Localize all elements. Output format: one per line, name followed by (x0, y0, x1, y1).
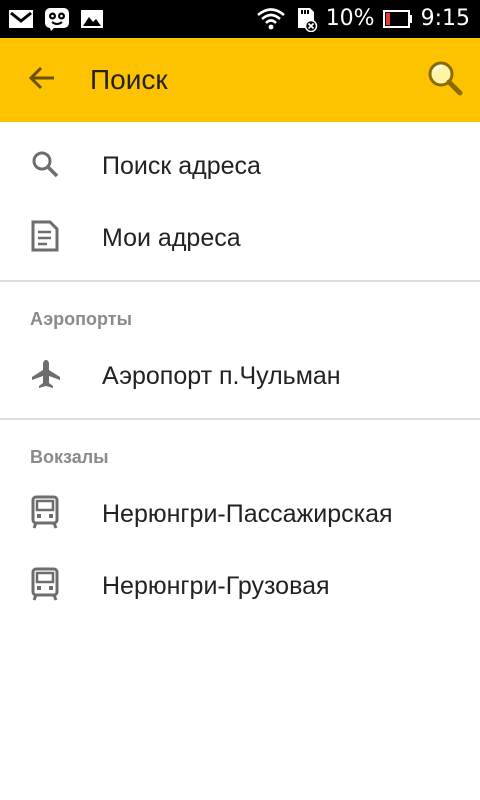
search-action-button[interactable] (410, 38, 480, 122)
wifi-icon (256, 7, 286, 31)
arrow-back-icon (27, 63, 57, 98)
list-item-station-passenger[interactable]: Нерюнгри-Пассажирская (0, 478, 480, 550)
page-title: Поиск (90, 64, 168, 95)
list-item-station-cargo[interactable]: Нерюнгри-Грузовая (0, 550, 480, 622)
list-item-label: Нерюнгри-Грузовая (102, 571, 330, 600)
train-icon (30, 567, 60, 606)
list-item-label: Поиск адреса (102, 151, 261, 180)
train-icon (30, 495, 60, 534)
magnifier-icon (425, 58, 465, 103)
list-item-label: Аэропорт п.Чульман (102, 361, 341, 390)
notification-icons (8, 7, 104, 31)
sd-card-error-icon (294, 6, 318, 32)
section-header-airports: Аэропорты (30, 309, 132, 329)
list-item-search-address[interactable]: Поиск адреса (0, 130, 480, 202)
list-item-label: Нерюнгри-Пассажирская (102, 499, 393, 528)
airplane-icon (30, 358, 62, 395)
battery-percent: 10% (325, 6, 375, 31)
list-item-label: Мои адреса (102, 223, 241, 252)
app-bar: Поиск (0, 38, 480, 122)
system-status: 10% 9:15 (256, 6, 470, 32)
clock-time: 9:15 (420, 6, 470, 31)
section-header-stations: Вокзалы (30, 447, 109, 467)
list-item-my-addresses[interactable]: Мои адреса (0, 202, 480, 274)
status-bar: 10% 9:15 (0, 0, 480, 38)
battery-low-icon (382, 9, 413, 29)
search-icon (30, 149, 60, 184)
back-button[interactable] (12, 38, 72, 122)
document-icon (30, 220, 60, 257)
gallery-image-icon (80, 8, 104, 30)
gmail-icon (8, 8, 34, 30)
messenger-face-icon (44, 7, 70, 31)
list-item-airport-chulman[interactable]: Аэропорт п.Чульман (0, 340, 480, 412)
search-options-list: Поиск адреса Мои адреса Аэропорты Аэропо… (0, 122, 480, 622)
